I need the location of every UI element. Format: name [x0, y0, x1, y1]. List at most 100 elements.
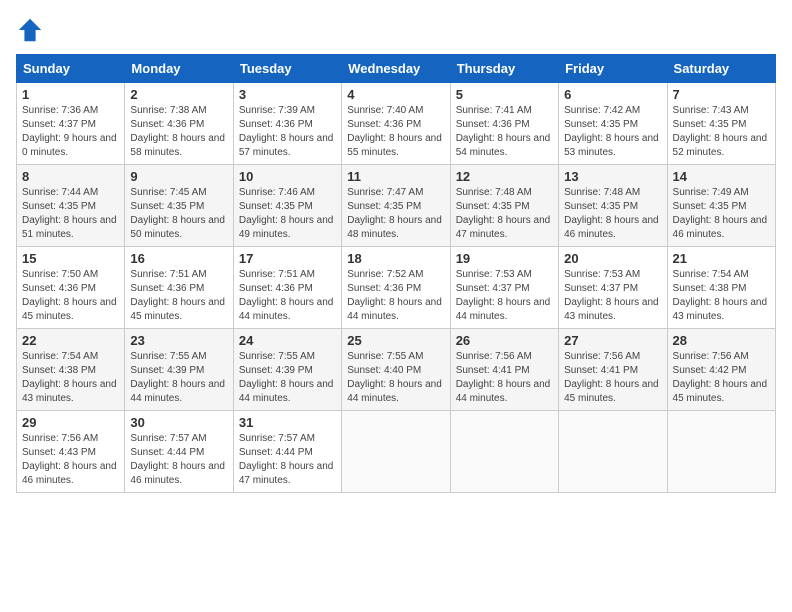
day-info: Sunrise: 7:38 AMSunset: 4:36 PMDaylight:… [130, 105, 225, 158]
calendar-cell: 31 Sunrise: 7:57 AMSunset: 4:44 PMDaylig… [233, 411, 341, 493]
day-number: 18 [347, 251, 444, 266]
day-number: 25 [347, 333, 444, 348]
calendar-cell: 2 Sunrise: 7:38 AMSunset: 4:36 PMDayligh… [125, 83, 233, 165]
weekday-header-monday: Monday [125, 55, 233, 83]
day-number: 19 [456, 251, 553, 266]
calendar-cell: 21 Sunrise: 7:54 AMSunset: 4:38 PMDaylig… [667, 247, 775, 329]
calendar-cell: 30 Sunrise: 7:57 AMSunset: 4:44 PMDaylig… [125, 411, 233, 493]
weekday-header-row: SundayMondayTuesdayWednesdayThursdayFrid… [17, 55, 776, 83]
day-number: 27 [564, 333, 661, 348]
day-number: 23 [130, 333, 227, 348]
calendar-cell: 12 Sunrise: 7:48 AMSunset: 4:35 PMDaylig… [450, 165, 558, 247]
day-number: 30 [130, 415, 227, 430]
day-info: Sunrise: 7:55 AMSunset: 4:39 PMDaylight:… [239, 351, 334, 404]
day-info: Sunrise: 7:45 AMSunset: 4:35 PMDaylight:… [130, 187, 225, 240]
calendar-cell: 24 Sunrise: 7:55 AMSunset: 4:39 PMDaylig… [233, 329, 341, 411]
calendar-cell: 4 Sunrise: 7:40 AMSunset: 4:36 PMDayligh… [342, 83, 450, 165]
day-info: Sunrise: 7:52 AMSunset: 4:36 PMDaylight:… [347, 269, 442, 322]
day-info: Sunrise: 7:56 AMSunset: 4:43 PMDaylight:… [22, 433, 117, 486]
day-number: 17 [239, 251, 336, 266]
calendar-week-3: 15 Sunrise: 7:50 AMSunset: 4:36 PMDaylig… [17, 247, 776, 329]
calendar-cell: 5 Sunrise: 7:41 AMSunset: 4:36 PMDayligh… [450, 83, 558, 165]
day-info: Sunrise: 7:46 AMSunset: 4:35 PMDaylight:… [239, 187, 334, 240]
day-number: 22 [22, 333, 119, 348]
day-info: Sunrise: 7:55 AMSunset: 4:39 PMDaylight:… [130, 351, 225, 404]
calendar-cell: 18 Sunrise: 7:52 AMSunset: 4:36 PMDaylig… [342, 247, 450, 329]
calendar-cell: 25 Sunrise: 7:55 AMSunset: 4:40 PMDaylig… [342, 329, 450, 411]
day-info: Sunrise: 7:53 AMSunset: 4:37 PMDaylight:… [564, 269, 659, 322]
day-number: 20 [564, 251, 661, 266]
day-info: Sunrise: 7:57 AMSunset: 4:44 PMDaylight:… [130, 433, 225, 486]
day-info: Sunrise: 7:57 AMSunset: 4:44 PMDaylight:… [239, 433, 334, 486]
day-number: 5 [456, 87, 553, 102]
calendar-cell: 9 Sunrise: 7:45 AMSunset: 4:35 PMDayligh… [125, 165, 233, 247]
day-number: 26 [456, 333, 553, 348]
calendar-cell [342, 411, 450, 493]
calendar-cell: 15 Sunrise: 7:50 AMSunset: 4:36 PMDaylig… [17, 247, 125, 329]
day-number: 3 [239, 87, 336, 102]
weekday-header-friday: Friday [559, 55, 667, 83]
day-number: 10 [239, 169, 336, 184]
day-number: 24 [239, 333, 336, 348]
calendar-cell: 27 Sunrise: 7:56 AMSunset: 4:41 PMDaylig… [559, 329, 667, 411]
day-number: 13 [564, 169, 661, 184]
weekday-header-tuesday: Tuesday [233, 55, 341, 83]
day-info: Sunrise: 7:42 AMSunset: 4:35 PMDaylight:… [564, 105, 659, 158]
calendar-cell: 8 Sunrise: 7:44 AMSunset: 4:35 PMDayligh… [17, 165, 125, 247]
calendar-week-4: 22 Sunrise: 7:54 AMSunset: 4:38 PMDaylig… [17, 329, 776, 411]
calendar-cell: 1 Sunrise: 7:36 AMSunset: 4:37 PMDayligh… [17, 83, 125, 165]
weekday-header-sunday: Sunday [17, 55, 125, 83]
calendar-cell: 13 Sunrise: 7:48 AMSunset: 4:35 PMDaylig… [559, 165, 667, 247]
calendar-cell: 19 Sunrise: 7:53 AMSunset: 4:37 PMDaylig… [450, 247, 558, 329]
calendar-body: 1 Sunrise: 7:36 AMSunset: 4:37 PMDayligh… [17, 83, 776, 493]
day-number: 1 [22, 87, 119, 102]
calendar-cell: 7 Sunrise: 7:43 AMSunset: 4:35 PMDayligh… [667, 83, 775, 165]
day-number: 9 [130, 169, 227, 184]
calendar-cell: 23 Sunrise: 7:55 AMSunset: 4:39 PMDaylig… [125, 329, 233, 411]
day-number: 7 [673, 87, 770, 102]
day-number: 4 [347, 87, 444, 102]
calendar-cell: 6 Sunrise: 7:42 AMSunset: 4:35 PMDayligh… [559, 83, 667, 165]
weekday-header-saturday: Saturday [667, 55, 775, 83]
day-number: 29 [22, 415, 119, 430]
calendar-week-2: 8 Sunrise: 7:44 AMSunset: 4:35 PMDayligh… [17, 165, 776, 247]
day-info: Sunrise: 7:44 AMSunset: 4:35 PMDaylight:… [22, 187, 117, 240]
day-info: Sunrise: 7:56 AMSunset: 4:41 PMDaylight:… [456, 351, 551, 404]
day-number: 11 [347, 169, 444, 184]
day-number: 6 [564, 87, 661, 102]
calendar-cell: 14 Sunrise: 7:49 AMSunset: 4:35 PMDaylig… [667, 165, 775, 247]
day-number: 2 [130, 87, 227, 102]
header [16, 16, 776, 44]
day-info: Sunrise: 7:54 AMSunset: 4:38 PMDaylight:… [22, 351, 117, 404]
day-info: Sunrise: 7:55 AMSunset: 4:40 PMDaylight:… [347, 351, 442, 404]
day-info: Sunrise: 7:39 AMSunset: 4:36 PMDaylight:… [239, 105, 334, 158]
day-info: Sunrise: 7:49 AMSunset: 4:35 PMDaylight:… [673, 187, 768, 240]
day-info: Sunrise: 7:48 AMSunset: 4:35 PMDaylight:… [456, 187, 551, 240]
day-info: Sunrise: 7:53 AMSunset: 4:37 PMDaylight:… [456, 269, 551, 322]
day-info: Sunrise: 7:54 AMSunset: 4:38 PMDaylight:… [673, 269, 768, 322]
calendar-cell: 11 Sunrise: 7:47 AMSunset: 4:35 PMDaylig… [342, 165, 450, 247]
day-info: Sunrise: 7:56 AMSunset: 4:42 PMDaylight:… [673, 351, 768, 404]
calendar-week-5: 29 Sunrise: 7:56 AMSunset: 4:43 PMDaylig… [17, 411, 776, 493]
calendar-table: SundayMondayTuesdayWednesdayThursdayFrid… [16, 54, 776, 493]
day-number: 12 [456, 169, 553, 184]
day-number: 14 [673, 169, 770, 184]
logo-icon [16, 16, 44, 44]
day-number: 31 [239, 415, 336, 430]
calendar-cell [667, 411, 775, 493]
calendar-cell: 17 Sunrise: 7:51 AMSunset: 4:36 PMDaylig… [233, 247, 341, 329]
day-number: 21 [673, 251, 770, 266]
calendar-cell: 10 Sunrise: 7:46 AMSunset: 4:35 PMDaylig… [233, 165, 341, 247]
logo [16, 16, 48, 44]
calendar-cell: 26 Sunrise: 7:56 AMSunset: 4:41 PMDaylig… [450, 329, 558, 411]
day-info: Sunrise: 7:40 AMSunset: 4:36 PMDaylight:… [347, 105, 442, 158]
day-info: Sunrise: 7:51 AMSunset: 4:36 PMDaylight:… [239, 269, 334, 322]
weekday-header-wednesday: Wednesday [342, 55, 450, 83]
day-info: Sunrise: 7:47 AMSunset: 4:35 PMDaylight:… [347, 187, 442, 240]
calendar-week-1: 1 Sunrise: 7:36 AMSunset: 4:37 PMDayligh… [17, 83, 776, 165]
calendar-cell: 28 Sunrise: 7:56 AMSunset: 4:42 PMDaylig… [667, 329, 775, 411]
day-info: Sunrise: 7:50 AMSunset: 4:36 PMDaylight:… [22, 269, 117, 322]
calendar-cell: 16 Sunrise: 7:51 AMSunset: 4:36 PMDaylig… [125, 247, 233, 329]
day-number: 28 [673, 333, 770, 348]
calendar-cell: 22 Sunrise: 7:54 AMSunset: 4:38 PMDaylig… [17, 329, 125, 411]
